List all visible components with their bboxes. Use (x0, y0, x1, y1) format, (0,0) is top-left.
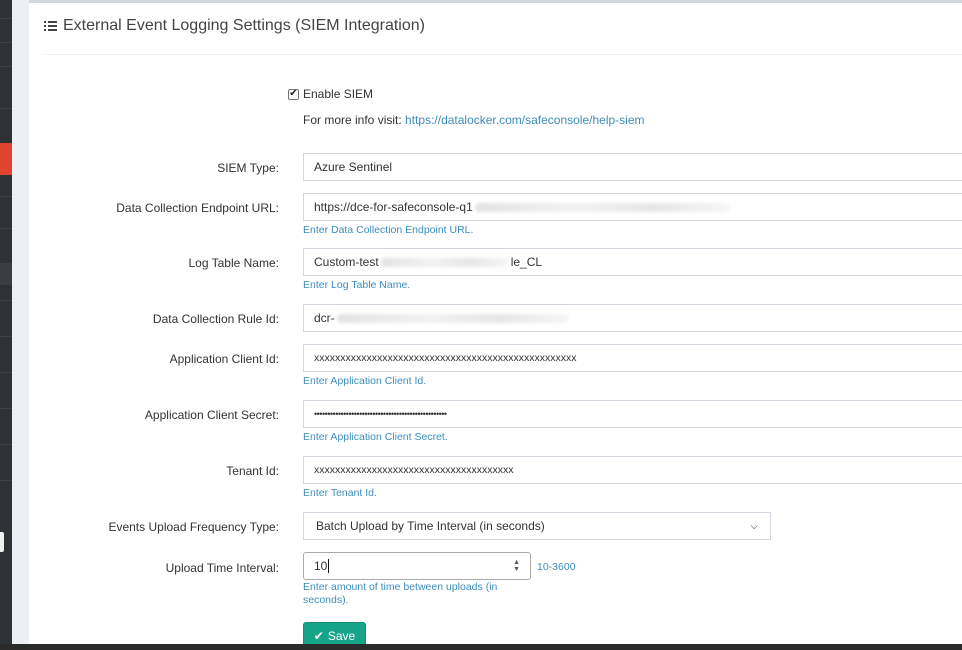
bottom-bar (0, 644, 962, 650)
upload-interval-value: 10 (314, 559, 328, 573)
spinner-arrows-icon[interactable]: ▲ ▼ (513, 559, 520, 573)
panel-header: External Event Logging Settings (SIEM In… (44, 17, 962, 55)
sidebar-divider (0, 66, 12, 67)
siem-settings-panel: External Event Logging Settings (SIEM In… (29, 0, 962, 650)
more-info-text: For more info visit: https://datalocker.… (303, 113, 645, 127)
upload-interval-label: Upload Time Interval: (165, 561, 279, 575)
sidebar-divider (0, 18, 12, 19)
client-id-value: xxxxxxxxxxxxxxxxxxxxxxxxxxxxxxxxxxxxxxxx… (314, 352, 577, 364)
upload-interval-input[interactable]: 10 ▲ ▼ (303, 552, 531, 580)
checkmark-icon: ✔ (313, 629, 324, 643)
upload-type-label: Events Upload Frequency Type: (108, 520, 279, 534)
sidebar-divider (0, 336, 12, 337)
dcr-id-input[interactable]: dcr- (303, 304, 962, 332)
sidebar (0, 0, 12, 650)
content-gutter (12, 0, 29, 650)
dcr-id-label: Data Collection Rule Id: (152, 312, 279, 326)
sidebar-divider (0, 228, 12, 229)
dcr-id-value: dcr- (314, 311, 335, 325)
client-id-input[interactable]: xxxxxxxxxxxxxxxxxxxxxxxxxxxxxxxxxxxxxxxx… (303, 344, 962, 372)
more-info-prefix: For more info visit: (303, 113, 402, 127)
upload-type-select[interactable]: Batch Upload by Time Interval (in second… (303, 512, 771, 540)
sidebar-divider (0, 300, 12, 301)
client-secret-label: Application Client Secret: (144, 408, 279, 422)
redacted-blur (380, 257, 509, 267)
client-id-label: Application Client Id: (169, 352, 279, 366)
sidebar-item-highlighted[interactable] (0, 263, 12, 285)
upload-type-value: Batch Upload by Time Interval (in second… (316, 519, 545, 533)
client-secret-help: Enter Application Client Secret. (303, 431, 448, 443)
enable-siem-row[interactable]: ✔ Enable SIEM (288, 87, 373, 101)
log-table-input[interactable]: Custom-test le_CL (303, 248, 962, 276)
dce-url-help: Enter Data Collection Endpoint URL. (303, 224, 474, 236)
tenant-id-label: Tenant Id: (226, 464, 279, 478)
upload-interval-range: 10-3600 (537, 561, 576, 573)
client-id-help: Enter Application Client Id. (303, 375, 427, 387)
log-table-help: Enter Log Table Name. (303, 279, 411, 291)
dce-url-input[interactable]: https://dce-for-safeconsole-q1 (303, 193, 962, 221)
redacted-blur (474, 202, 730, 212)
upload-interval-help: Enter amount of time between uploads (in… (303, 581, 498, 606)
siem-type-field[interactable]: Azure Sentinel (303, 153, 962, 181)
sidebar-divider (0, 42, 12, 43)
redacted-blur (336, 313, 569, 323)
tenant-id-input[interactable]: xxxxxxxxxxxxxxxxxxxxxxxxxxxxxxxxxxxxxx (303, 456, 962, 484)
panel-title: External Event Logging Settings (SIEM In… (44, 17, 962, 35)
sidebar-divider (0, 196, 12, 197)
sidebar-toggle-handle[interactable] (0, 532, 4, 552)
sidebar-divider (0, 480, 12, 481)
sidebar-item-active[interactable] (0, 143, 12, 175)
save-button-label: Save (327, 629, 356, 643)
chevron-down-icon: ⌵ (750, 520, 758, 532)
sidebar-divider (0, 372, 12, 373)
enable-siem-checkbox[interactable]: ✔ (288, 88, 299, 100)
checkmark-icon: ✔ (289, 88, 298, 99)
sidebar-divider (0, 444, 12, 445)
tenant-id-value: xxxxxxxxxxxxxxxxxxxxxxxxxxxxxxxxxxxxxx (314, 464, 514, 476)
panel-title-text: External Event Logging Settings (SIEM In… (63, 17, 425, 34)
dce-url-value: https://dce-for-safeconsole-q1 (314, 200, 473, 214)
log-table-label: Log Table Name: (188, 256, 279, 270)
text-cursor (328, 559, 330, 573)
help-siem-link[interactable]: https://datalocker.com/safeconsole/help-… (405, 113, 644, 127)
tenant-id-help: Enter Tenant Id. (303, 487, 377, 499)
client-secret-input[interactable]: ••••••••••••••••••••••••••••••••••••••••… (303, 400, 962, 428)
siem-type-label: SIEM Type: (217, 161, 279, 175)
log-table-value-prefix: Custom-test (314, 255, 379, 269)
list-icon (44, 20, 57, 32)
sidebar-divider (0, 108, 12, 109)
sidebar-divider (0, 408, 12, 409)
dce-url-label: Data Collection Endpoint URL: (116, 201, 279, 215)
log-table-value-suffix: le_CL (510, 255, 543, 269)
siem-type-value: Azure Sentinel (314, 160, 393, 174)
client-secret-value: ••••••••••••••••••••••••••••••••••••••••… (314, 409, 447, 419)
enable-siem-label: Enable SIEM (303, 87, 374, 101)
